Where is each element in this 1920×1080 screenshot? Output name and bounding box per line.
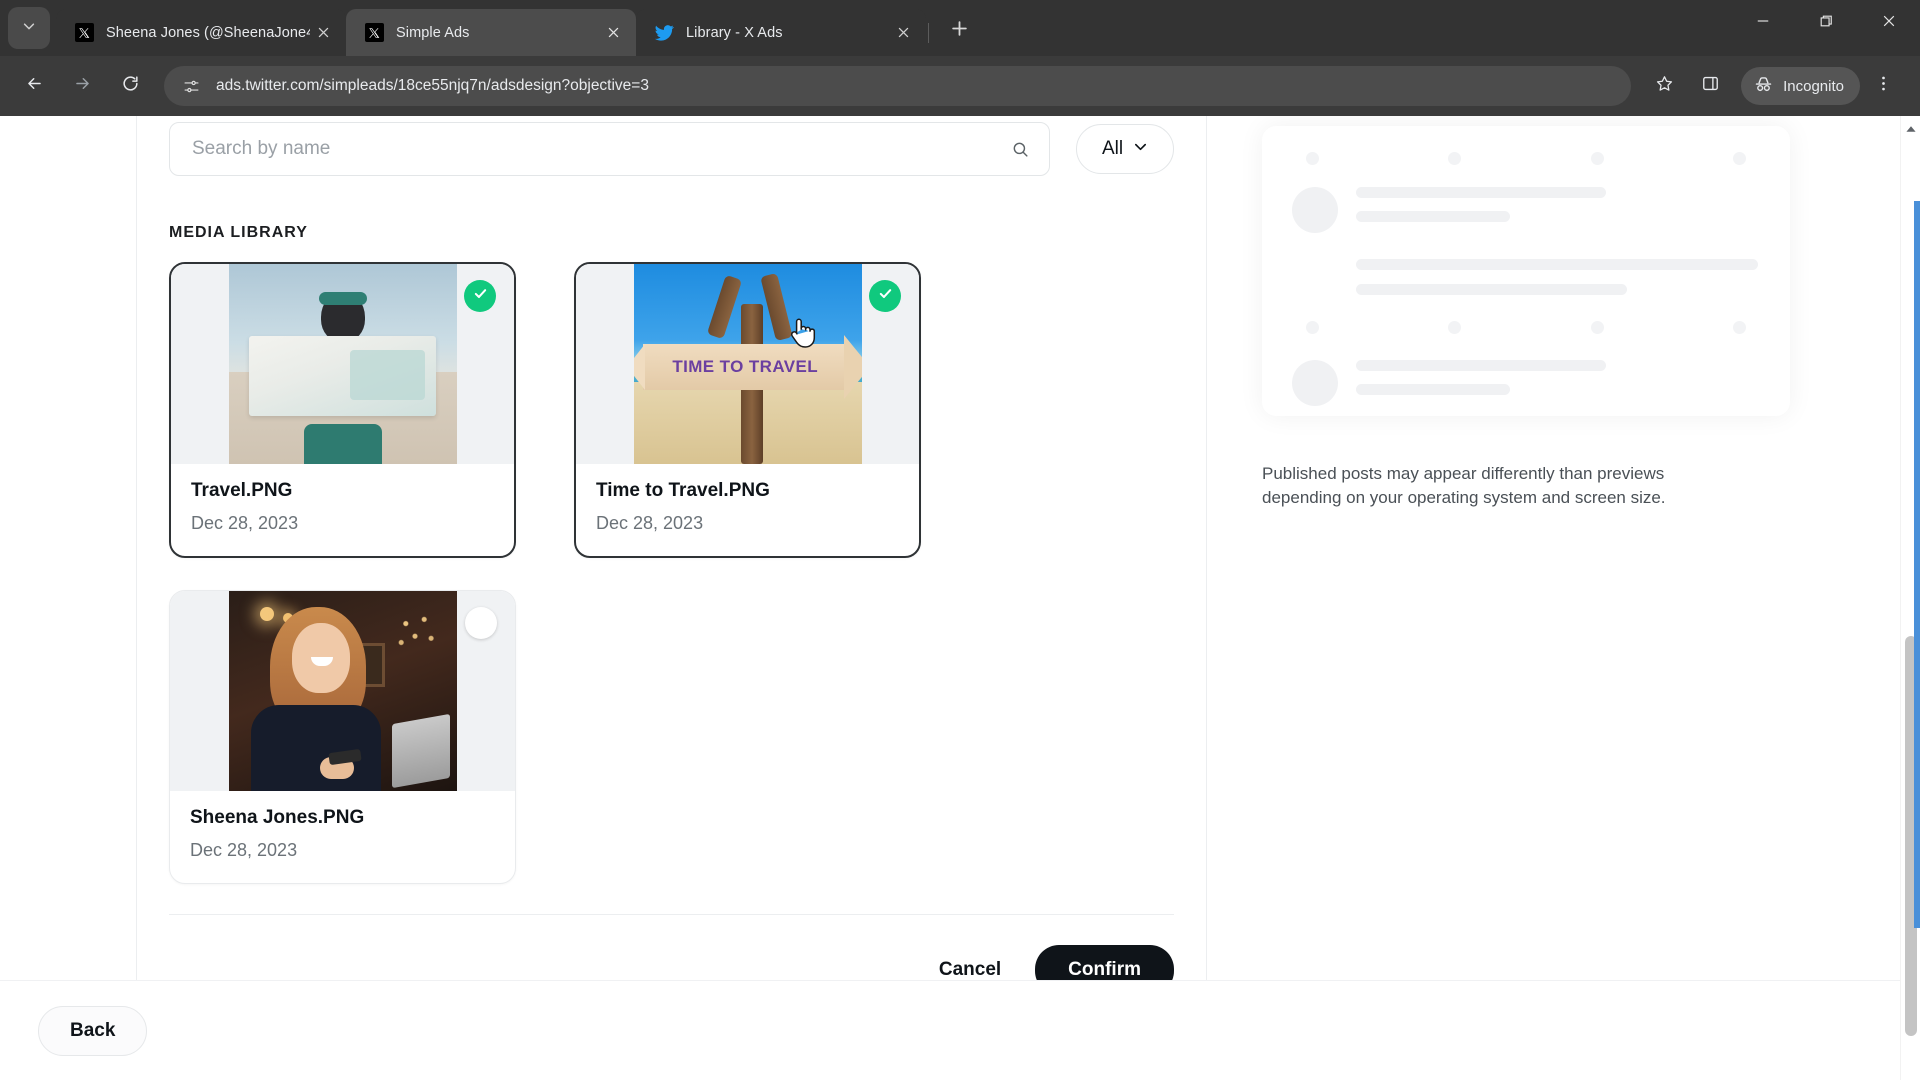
close-tab-button[interactable] [600,20,626,46]
unselected-check-badge[interactable] [465,607,497,639]
incognito-icon [1753,74,1783,99]
tab-divider [928,23,929,43]
x-logo-icon [364,23,384,43]
maximize-button[interactable] [1794,0,1857,47]
close-tab-button[interactable] [310,20,336,46]
media-card-sheena-jones[interactable]: Sheena Jones.PNG Dec 28, 2023 [169,590,516,884]
browser-tab-1[interactable]: Sheena Jones (@SheenaJone49 [56,9,346,56]
tab-search-button[interactable] [8,7,50,49]
media-file-name: Time to Travel.PNG [596,480,770,501]
chrome-menu-icon [1874,74,1893,98]
browser-tab-2[interactable]: Simple Ads [346,9,636,56]
media-meta: Time to Travel.PNG Dec 28, 2023 [576,464,919,556]
reload-icon [121,74,140,98]
thumbnail-image-sheena-jones [228,591,457,791]
back-button[interactable] [14,66,54,106]
close-tab-button[interactable] [890,20,916,46]
chrome-menu-button[interactable] [1863,66,1903,106]
maximize-icon [1819,14,1833,33]
minimize-icon [1756,14,1770,33]
filter-label: All [1101,138,1124,159]
close-icon [1882,14,1896,33]
skeleton-avatar [1292,360,1338,406]
media-file-date: Dec 28, 2023 [191,513,299,533]
sign-text: TIME TO TRAVEL [672,357,819,376]
check-icon [472,285,489,307]
back-step-button[interactable]: Back [38,1005,148,1056]
side-panel-button[interactable] [1690,66,1730,106]
viewport-focus-strip [1914,201,1920,928]
url-text: ads.twitter.com/simpleads/18ce55njq7n/ad… [216,77,649,94]
close-window-button[interactable] [1857,0,1920,47]
forward-icon [73,74,92,98]
media-file-date: Dec 28, 2023 [596,513,704,533]
browser-toolbar: ads.twitter.com/simpleads/18ce55njq7n/ad… [0,56,1920,116]
media-meta: Travel.PNG Dec 28, 2023 [171,464,514,556]
site-settings-icon[interactable] [180,75,202,97]
address-bar[interactable]: ads.twitter.com/simpleads/18ce55njq7n/ad… [164,66,1632,106]
plus-icon [951,20,968,42]
selected-check-badge[interactable] [869,280,901,312]
reload-button[interactable] [110,66,150,106]
chevron-down-icon [22,19,36,38]
bookmark-star-icon [1655,74,1674,98]
browser-window: Sheena Jones (@SheenaJone49 Simple Ads L… [0,0,1920,1080]
check-icon [877,285,894,307]
window-controls [1731,0,1920,47]
scroll-up-arrow-icon[interactable] [1905,120,1916,138]
bookmark-button[interactable] [1644,66,1684,106]
media-thumbnail [171,264,514,464]
thumbnail-image-travel [228,264,457,464]
x-logo-icon [74,23,94,43]
browser-tab-3[interactable]: Library - X Ads [636,9,926,56]
media-file-date: Dec 28, 2023 [190,840,298,860]
media-picker-dialog: All MEDIA LIBRARY [136,116,1207,1080]
media-thumbnail [170,591,515,791]
search-icon[interactable] [1009,138,1031,160]
media-card-travel[interactable]: Travel.PNG Dec 28, 2023 [169,262,516,558]
side-panel-icon [1701,74,1720,98]
search-field[interactable] [169,122,1050,176]
thumbnail-image-time-to-travel: TIME TO TRAVEL [633,264,862,464]
preview-skeleton-card [1262,126,1790,416]
skeleton-avatar [1292,187,1338,233]
new-tab-button[interactable] [939,11,979,51]
chevron-down-icon [1133,139,1148,159]
media-card-time-to-travel[interactable]: TIME TO TRAVEL Time to Travel.PNG Dec 28… [574,262,921,558]
twitter-bird-icon [654,23,674,43]
media-thumbnail: TIME TO TRAVEL [576,264,919,464]
media-meta: Sheena Jones.PNG Dec 28, 2023 [170,791,515,883]
tab-title: Library - X Ads [686,24,783,41]
section-title: MEDIA LIBRARY [169,224,308,241]
media-file-name: Travel.PNG [191,480,293,501]
media-grid: Travel.PNG Dec 28, 2023 TIME TO TRAVEL T… [169,262,1174,884]
ad-preview-panel: Published posts may appear differently t… [1262,116,1792,510]
search-input[interactable] [192,138,1009,160]
selected-check-badge[interactable] [464,280,496,312]
minimize-button[interactable] [1731,0,1794,47]
cancel-button[interactable]: Cancel [939,959,1001,981]
wizard-footer: Back [0,980,1920,1080]
page-viewport: All MEDIA LIBRARY [0,116,1920,1080]
preview-disclaimer: Published posts may appear differently t… [1262,464,1666,508]
incognito-indicator[interactable]: Incognito [1741,67,1860,105]
incognito-label: Incognito [1783,77,1844,95]
tab-strip: Sheena Jones (@SheenaJone49 Simple Ads L… [0,0,1920,56]
forward-button[interactable] [62,66,102,106]
back-icon [25,74,44,98]
search-row: All [169,116,1174,176]
tab-title: Sheena Jones (@SheenaJone49 [106,24,310,41]
tab-title: Simple Ads [396,24,470,41]
media-type-filter[interactable]: All [1076,124,1174,174]
media-file-name: Sheena Jones.PNG [190,807,365,828]
